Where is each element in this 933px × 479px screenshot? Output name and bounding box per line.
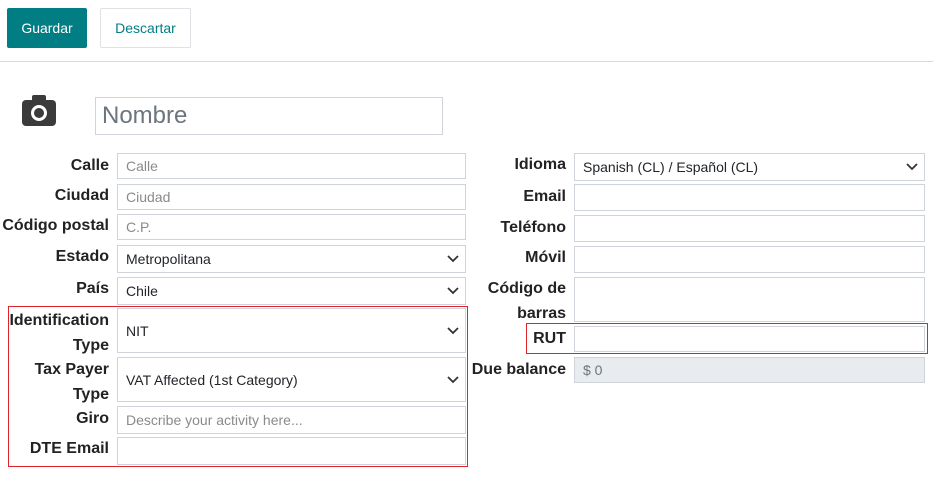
chevron-down-icon [447,326,459,334]
city-input[interactable]: Ciudad [117,184,466,210]
tax-payer-type-select[interactable]: VAT Affected (1st Category) [117,357,466,402]
chevron-down-icon [906,163,918,171]
dte-email-label: DTE Email [29,440,109,457]
giro-label: Giro [76,410,109,427]
name-input[interactable]: Nombre [95,97,443,135]
street-label: Calle [70,157,109,174]
zip-placeholder: C.P. [126,219,152,235]
language-value: Spanish (CL) / Español (CL) [583,159,759,175]
country-value: Chile [126,283,158,299]
state-label: Estado [55,248,109,265]
save-button[interactable]: Guardar [7,8,87,48]
due-balance-field: $ 0 [574,357,925,383]
giro-placeholder: Describe your activity here... [126,412,303,428]
rut-label: RUT [533,330,566,347]
city-placeholder: Ciudad [126,189,171,205]
language-label: Idioma [514,156,566,173]
tax-payer-label-line2: Type [72,386,109,403]
identification-type-value: NIT [126,322,149,339]
language-select[interactable]: Spanish (CL) / Español (CL) [574,153,925,181]
discard-button[interactable]: Descartar [100,8,191,48]
due-balance-label: Due balance [471,361,566,378]
phone-label: Teléfono [500,219,566,236]
barcode-input[interactable] [574,277,925,322]
email-label: Email [523,188,566,205]
chevron-down-icon [447,255,459,263]
due-balance-value: $ 0 [583,362,603,378]
id-type-label-line2: Type [72,337,109,354]
zip-label: Código postal [2,217,109,234]
country-select[interactable]: Chile [117,277,466,305]
chevron-down-icon [447,287,459,295]
phone-input[interactable] [574,215,925,242]
country-label: País [76,280,109,297]
street-input[interactable]: Calle [117,153,466,179]
mobile-input[interactable] [574,246,925,273]
giro-input[interactable]: Describe your activity here... [117,406,466,434]
name-placeholder: Nombre [102,102,188,129]
rut-input[interactable] [574,326,925,352]
camera-icon[interactable] [20,92,58,128]
barcode-label-line1: Código de [487,280,566,297]
tax-payer-type-value: VAT Affected (1st Category) [126,371,298,388]
chevron-down-icon [447,375,459,383]
state-select[interactable]: Metropolitana [117,245,466,273]
id-type-label-line1: Identification [9,312,109,329]
state-value: Metropolitana [126,251,211,267]
street-placeholder: Calle [126,158,158,174]
dte-email-input[interactable] [117,437,466,465]
email-input[interactable] [574,184,925,211]
control-panel: Guardar Descartar [0,0,933,62]
city-label: Ciudad [54,187,109,204]
tax-payer-label-line1: Tax Payer [34,361,109,378]
identification-type-select[interactable]: NIT [117,308,466,353]
mobile-label: Móvil [525,249,566,266]
zip-input[interactable]: C.P. [117,214,466,240]
